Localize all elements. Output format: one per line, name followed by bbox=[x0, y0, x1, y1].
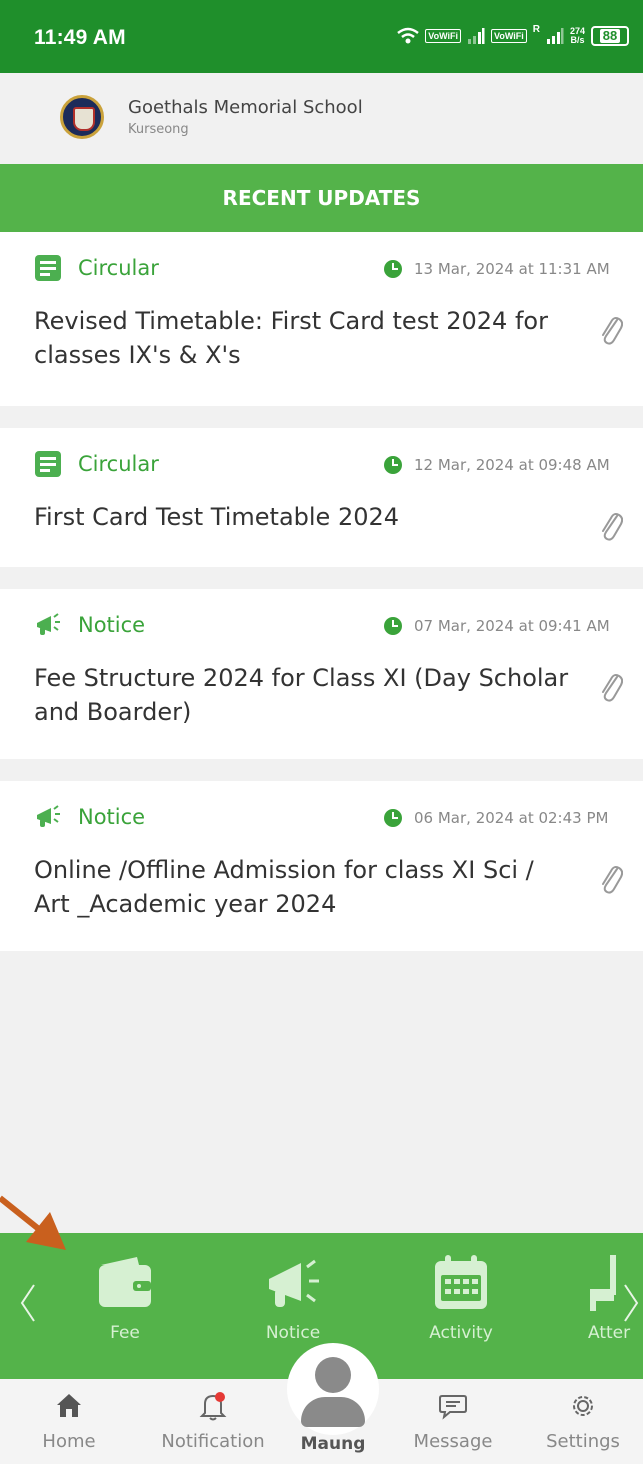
quick-action-fee[interactable]: Fee bbox=[70, 1233, 180, 1379]
update-title: Fee Structure 2024 for Class XI (Day Sch… bbox=[34, 664, 569, 726]
avatar-body bbox=[301, 1397, 365, 1427]
attachment-icon[interactable] bbox=[597, 861, 623, 895]
status-bar: 11:49 AM VoWiFi VoWiFi R 274 B/s 88 bbox=[0, 0, 643, 73]
update-type: Notice bbox=[78, 613, 146, 637]
home-icon bbox=[57, 1394, 81, 1417]
quick-action-label: Activity bbox=[429, 1323, 493, 1343]
clock-icon bbox=[384, 456, 402, 474]
nav-notification[interactable]: Notification bbox=[150, 1379, 276, 1464]
quick-action-attendance[interactable]: Atter bbox=[576, 1233, 643, 1379]
update-title: Revised Timetable: First Card test 2024 … bbox=[34, 307, 548, 369]
profile-name: Maung bbox=[300, 1434, 366, 1454]
update-type: Notice bbox=[78, 805, 146, 829]
nav-label: Notification bbox=[161, 1431, 265, 1452]
bell-icon bbox=[199, 1392, 227, 1421]
gear-icon bbox=[573, 1396, 593, 1416]
quick-action-label: Notice bbox=[265, 1323, 321, 1343]
quick-action-activity[interactable]: Activity bbox=[406, 1233, 516, 1379]
chevron-left-icon[interactable] bbox=[18, 1283, 38, 1323]
battery-icon: 88 bbox=[591, 26, 629, 46]
status-icons: VoWiFi VoWiFi R 274 B/s 88 bbox=[397, 24, 629, 48]
chat-icon bbox=[439, 1395, 467, 1420]
document-icon bbox=[35, 255, 61, 281]
school-location: Kurseong bbox=[128, 122, 189, 137]
update-card[interactable]: Circular 13 Mar, 2024 at 11:31 AM Revise… bbox=[0, 232, 643, 406]
update-card[interactable]: Circular 12 Mar, 2024 at 09:48 AM First … bbox=[0, 428, 643, 567]
attachment-icon[interactable] bbox=[597, 508, 623, 542]
clock-icon bbox=[384, 260, 402, 278]
update-type: Circular bbox=[78, 452, 159, 476]
update-date: 06 Mar, 2024 at 02:43 PM bbox=[414, 809, 609, 827]
megaphone-icon bbox=[269, 1259, 319, 1307]
school-logo bbox=[60, 95, 104, 139]
attachment-icon[interactable] bbox=[597, 312, 623, 346]
nav-home[interactable]: Home bbox=[14, 1379, 124, 1464]
update-date: 12 Mar, 2024 at 09:48 AM bbox=[414, 456, 610, 474]
nav-label: Home bbox=[42, 1431, 96, 1452]
annotation-arrow-icon bbox=[0, 1195, 66, 1250]
nav-message[interactable]: Message bbox=[398, 1379, 508, 1464]
megaphone-icon bbox=[37, 613, 60, 635]
avatar-head bbox=[315, 1357, 351, 1393]
update-type: Circular bbox=[78, 256, 159, 280]
clock-icon bbox=[384, 617, 402, 635]
signal-icon-2 bbox=[546, 28, 564, 44]
battery-level: 88 bbox=[599, 29, 621, 43]
vowifi-tag: VoWiFi bbox=[425, 29, 461, 43]
update-title: First Card Test Timetable 2024 bbox=[34, 503, 400, 531]
signal-icon bbox=[467, 28, 485, 44]
school-name: Goethals Memorial School bbox=[128, 97, 363, 118]
update-date: 07 Mar, 2024 at 09:41 AM bbox=[414, 617, 610, 635]
wifi-icon bbox=[397, 27, 420, 44]
status-time: 11:49 AM bbox=[34, 26, 126, 49]
nav-label: Message bbox=[413, 1431, 493, 1452]
attachment-icon[interactable] bbox=[597, 669, 623, 703]
recent-updates-banner: RECENT UPDATES bbox=[0, 164, 643, 232]
profile-avatar-button[interactable] bbox=[287, 1343, 379, 1435]
megaphone-icon bbox=[37, 805, 60, 827]
update-title: Online /Offline Admission for class XI S… bbox=[34, 856, 534, 918]
update-card[interactable]: Notice 06 Mar, 2024 at 02:43 PM Online /… bbox=[0, 781, 643, 951]
quick-action-label: Atter bbox=[588, 1323, 631, 1343]
banner-title: RECENT UPDATES bbox=[222, 186, 421, 210]
network-speed: 274 B/s bbox=[570, 27, 585, 45]
document-icon bbox=[35, 451, 61, 477]
nav-label: Settings bbox=[546, 1431, 620, 1452]
update-date: 13 Mar, 2024 at 11:31 AM bbox=[414, 260, 610, 278]
chair-icon bbox=[590, 1255, 616, 1311]
calendar-icon bbox=[435, 1255, 487, 1309]
update-card[interactable]: Notice 07 Mar, 2024 at 09:41 AM Fee Stru… bbox=[0, 589, 643, 759]
vowifi-tag-2: VoWiFi bbox=[490, 29, 527, 43]
clock-icon bbox=[384, 809, 402, 827]
quick-action-label: Fee bbox=[110, 1323, 140, 1343]
school-header[interactable]: Goethals Memorial School Kurseong bbox=[0, 73, 643, 164]
speed-unit: B/s bbox=[570, 35, 585, 45]
wallet-icon bbox=[99, 1257, 151, 1307]
nav-settings[interactable]: Settings bbox=[528, 1379, 638, 1464]
roaming-indicator: R bbox=[532, 24, 540, 35]
